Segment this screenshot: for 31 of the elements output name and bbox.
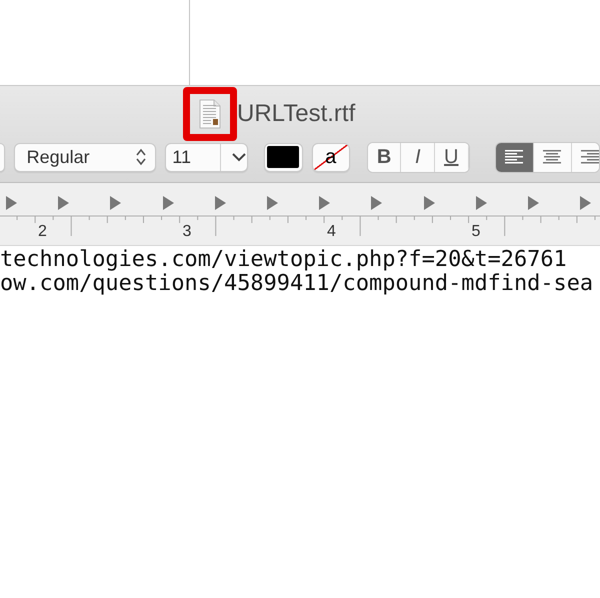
tab-stop-icon[interactable]	[371, 196, 382, 210]
tab-stop-icon[interactable]	[267, 196, 278, 210]
typeface-popup[interactable]: Regular	[14, 142, 156, 172]
ruler-number: 4	[327, 223, 336, 241]
color-swatch	[267, 146, 300, 168]
tab-stop-icon[interactable]	[424, 196, 435, 210]
tab-stop-icon[interactable]	[580, 196, 592, 210]
ruler-number: 3	[182, 223, 192, 241]
ruler-number: 5	[472, 223, 480, 241]
window-title: URLTest.rtf	[237, 100, 356, 128]
tab-stop-icon[interactable]	[476, 196, 487, 210]
tab-stop-icon[interactable]	[110, 196, 122, 210]
tab-stop-icon[interactable]	[214, 196, 226, 210]
ruler-number: 2	[38, 223, 47, 241]
document-icon	[199, 98, 221, 128]
align-icon	[504, 149, 524, 165]
tab-stop-icon[interactable]	[319, 196, 330, 210]
stepper-icon	[135, 148, 148, 166]
text-line: technologies.com/viewtopic.php?f=20&t=26761	[0, 248, 568, 272]
align-icon	[542, 149, 562, 165]
font-size-combo[interactable]: 11	[165, 142, 248, 172]
tab-stop-icon[interactable]	[528, 196, 539, 210]
text-color-well[interactable]	[264, 142, 303, 172]
tab-stop-icon[interactable]	[162, 196, 174, 210]
tab-stop-icon[interactable]	[6, 196, 17, 210]
align-left-button[interactable]	[496, 142, 534, 172]
chevron-down-icon	[231, 152, 248, 162]
align-icon	[580, 149, 599, 165]
tab-stop-icon[interactable]	[58, 196, 70, 210]
bold-button[interactable]: B	[368, 142, 402, 172]
text-line: ow.com/questions/45899411/compound-mdfind-sea	[0, 272, 594, 296]
